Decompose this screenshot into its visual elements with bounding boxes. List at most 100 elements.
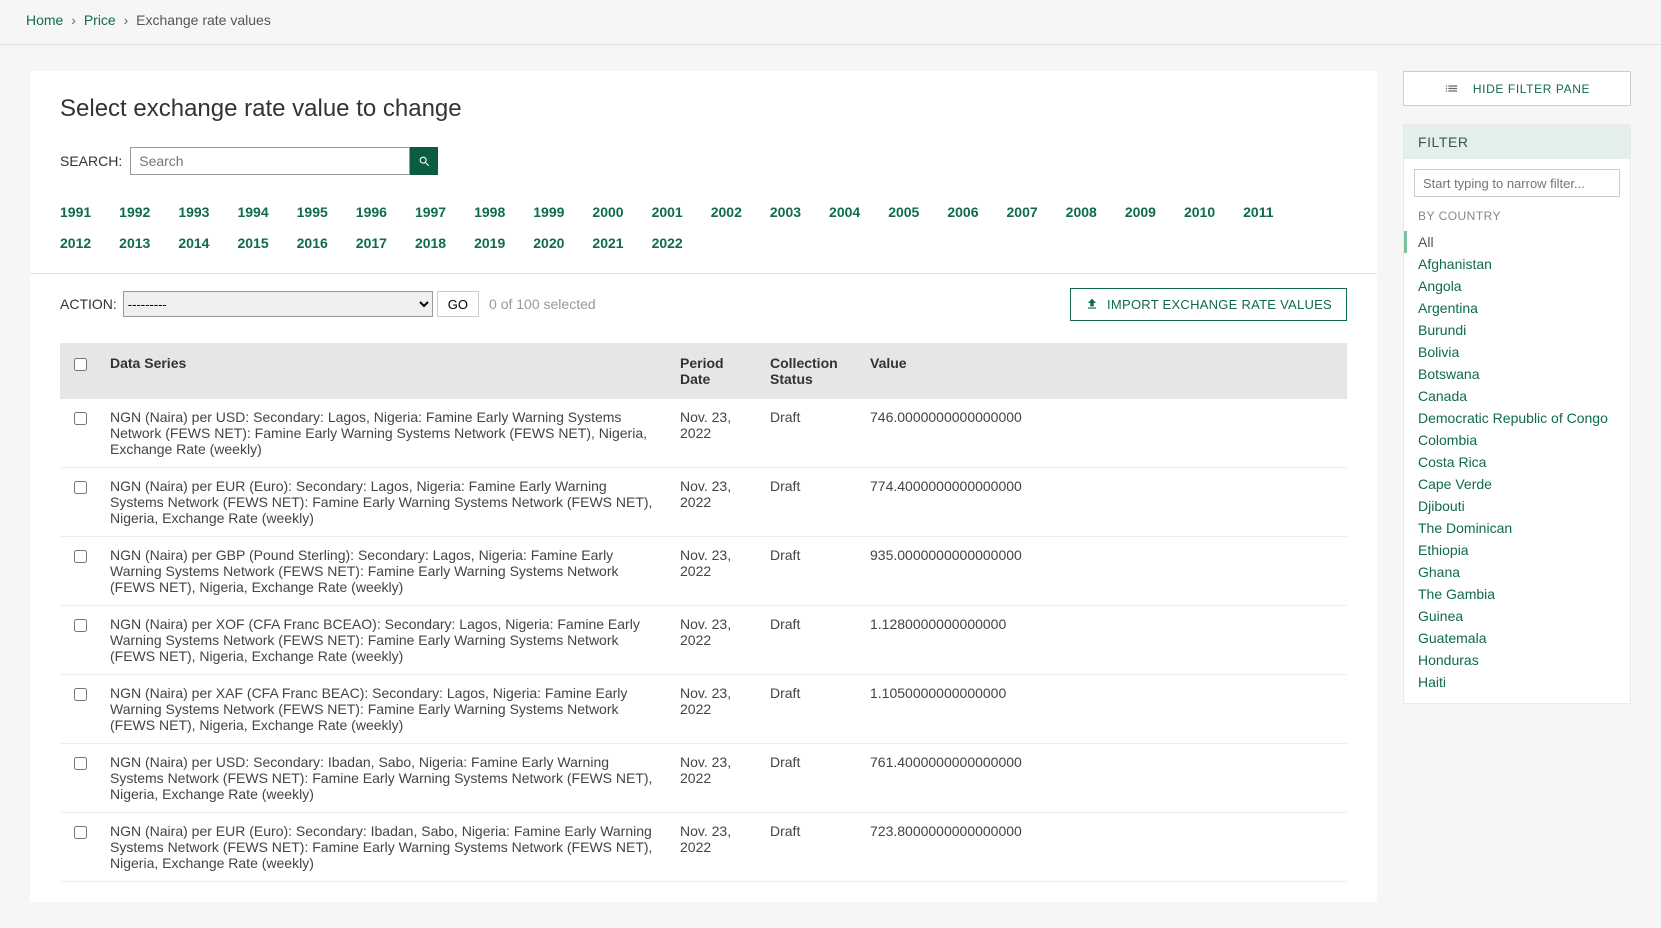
cell-series[interactable]: NGN (Naira) per XOF (CFA Franc BCEAO): S… xyxy=(100,605,670,674)
cell-series[interactable]: NGN (Naira) per XAF (CFA Franc BEAC): Se… xyxy=(100,674,670,743)
year-link[interactable]: 2016 xyxy=(297,228,328,259)
import-button[interactable]: IMPORT EXCHANGE RATE VALUES xyxy=(1070,288,1347,321)
cell-value: 1.1280000000000000 xyxy=(860,605,1347,674)
year-link[interactable]: 2002 xyxy=(711,197,742,228)
filter-country-link[interactable]: Colombia xyxy=(1418,429,1616,451)
search-input[interactable] xyxy=(130,147,410,175)
breadcrumb-separator: › xyxy=(71,12,76,28)
filter-country-link[interactable]: Botswana xyxy=(1418,363,1616,385)
year-link[interactable]: 1993 xyxy=(178,197,209,228)
year-link[interactable]: 2008 xyxy=(1066,197,1097,228)
year-link[interactable]: 2003 xyxy=(770,197,801,228)
row-checkbox[interactable] xyxy=(74,550,87,563)
year-link[interactable]: 2010 xyxy=(1184,197,1215,228)
year-link[interactable]: 2004 xyxy=(829,197,860,228)
table-row: NGN (Naira) per USD: Secondary: Lagos, N… xyxy=(60,399,1347,468)
row-checkbox[interactable] xyxy=(74,826,87,839)
page-title: Select exchange rate value to change xyxy=(60,95,1347,123)
filter-country-link[interactable]: Burundi xyxy=(1418,319,1616,341)
search-button[interactable] xyxy=(410,147,438,175)
year-link[interactable]: 2000 xyxy=(592,197,623,228)
cell-status: Draft xyxy=(760,399,860,468)
year-link[interactable]: 2018 xyxy=(415,228,446,259)
breadcrumb-home[interactable]: Home xyxy=(26,12,63,28)
year-link[interactable]: 2017 xyxy=(356,228,387,259)
filter-country-link[interactable]: The Dominican xyxy=(1418,517,1616,539)
column-value[interactable]: Value xyxy=(860,343,1347,399)
year-link[interactable]: 2005 xyxy=(888,197,919,228)
action-select[interactable]: --------- xyxy=(123,291,433,317)
year-link[interactable]: 2007 xyxy=(1007,197,1038,228)
results-table: Data Series Period Date Collection Statu… xyxy=(60,343,1347,882)
cell-series[interactable]: NGN (Naira) per EUR (Euro): Secondary: L… xyxy=(100,467,670,536)
search-icon xyxy=(418,155,431,168)
filter-country-link[interactable]: Guinea xyxy=(1418,605,1616,627)
year-link[interactable]: 1992 xyxy=(119,197,150,228)
year-link[interactable]: 2006 xyxy=(947,197,978,228)
filter-country-item: The Gambia xyxy=(1418,583,1616,605)
filter-country-link[interactable]: Canada xyxy=(1418,385,1616,407)
filter-country-link[interactable]: Angola xyxy=(1418,275,1616,297)
filter-country-link[interactable]: The Gambia xyxy=(1418,583,1616,605)
filter-country-link[interactable]: Haiti xyxy=(1418,671,1616,693)
filter-panel: HIDE FILTER PANE FILTER BY COUNTRY AllAf… xyxy=(1403,71,1631,704)
year-link[interactable]: 2022 xyxy=(652,228,683,259)
row-checkbox[interactable] xyxy=(74,619,87,632)
filter-search-input[interactable] xyxy=(1414,169,1620,197)
row-checkbox[interactable] xyxy=(74,412,87,425)
filter-title: FILTER xyxy=(1404,125,1630,159)
go-button[interactable]: GO xyxy=(437,291,479,317)
year-link[interactable]: 2013 xyxy=(119,228,150,259)
filter-country-link[interactable]: Guatemala xyxy=(1418,627,1616,649)
breadcrumb-price[interactable]: Price xyxy=(84,12,116,28)
filter-country-link[interactable]: Djibouti xyxy=(1418,495,1616,517)
year-link[interactable]: 1991 xyxy=(60,197,91,228)
year-link[interactable]: 1998 xyxy=(474,197,505,228)
year-link[interactable]: 2014 xyxy=(178,228,209,259)
filter-country-link[interactable]: Honduras xyxy=(1418,649,1616,671)
year-link[interactable]: 1997 xyxy=(415,197,446,228)
year-link[interactable]: 2021 xyxy=(592,228,623,259)
row-checkbox[interactable] xyxy=(74,757,87,770)
filter-country-link[interactable]: Ghana xyxy=(1418,561,1616,583)
filter-country-link[interactable]: Democratic Republic of Congo xyxy=(1418,407,1616,429)
filter-country-link[interactable]: Argentina xyxy=(1418,297,1616,319)
cell-series[interactable]: NGN (Naira) per USD: Secondary: Ibadan, … xyxy=(100,743,670,812)
year-link[interactable]: 2012 xyxy=(60,228,91,259)
year-link[interactable]: 1994 xyxy=(237,197,268,228)
year-link[interactable]: 1999 xyxy=(533,197,564,228)
filter-country-item: Afghanistan xyxy=(1418,253,1616,275)
row-checkbox[interactable] xyxy=(74,481,87,494)
cell-series[interactable]: NGN (Naira) per GBP (Pound Sterling): Se… xyxy=(100,536,670,605)
column-data-series[interactable]: Data Series xyxy=(100,343,670,399)
table-row: NGN (Naira) per EUR (Euro): Secondary: I… xyxy=(60,812,1347,881)
filter-country-link[interactable]: All xyxy=(1418,231,1616,253)
year-link[interactable]: 1995 xyxy=(297,197,328,228)
filter-country-link[interactable]: Ethiopia xyxy=(1418,539,1616,561)
select-all-checkbox[interactable] xyxy=(74,358,87,371)
filter-country-link[interactable]: Afghanistan xyxy=(1418,253,1616,275)
hide-filter-button[interactable]: HIDE FILTER PANE xyxy=(1403,71,1631,106)
year-link[interactable]: 2011 xyxy=(1243,197,1273,228)
filter-country-link[interactable]: Costa Rica xyxy=(1418,451,1616,473)
filter-country-item: Argentina xyxy=(1418,297,1616,319)
filter-country-item: Bolivia xyxy=(1418,341,1616,363)
filter-country-item: Angola xyxy=(1418,275,1616,297)
cell-series[interactable]: NGN (Naira) per EUR (Euro): Secondary: I… xyxy=(100,812,670,881)
year-link[interactable]: 2001 xyxy=(652,197,683,228)
year-link[interactable]: 2019 xyxy=(474,228,505,259)
filter-country-link[interactable]: Cape Verde xyxy=(1418,473,1616,495)
year-link[interactable]: 2009 xyxy=(1125,197,1156,228)
column-collection-status[interactable]: Collection Status xyxy=(760,343,860,399)
filter-country-link[interactable]: Bolivia xyxy=(1418,341,1616,363)
filter-group-country-label: BY COUNTRY xyxy=(1418,209,1616,223)
filter-country-item: Burundi xyxy=(1418,319,1616,341)
year-link[interactable]: 1996 xyxy=(356,197,387,228)
cell-series[interactable]: NGN (Naira) per USD: Secondary: Lagos, N… xyxy=(100,399,670,468)
year-link[interactable]: 2020 xyxy=(533,228,564,259)
hide-filter-label: HIDE FILTER PANE xyxy=(1473,82,1590,96)
column-period-date[interactable]: Period Date xyxy=(670,343,760,399)
row-checkbox[interactable] xyxy=(74,688,87,701)
cell-date: Nov. 23, 2022 xyxy=(670,399,760,468)
year-link[interactable]: 2015 xyxy=(237,228,268,259)
